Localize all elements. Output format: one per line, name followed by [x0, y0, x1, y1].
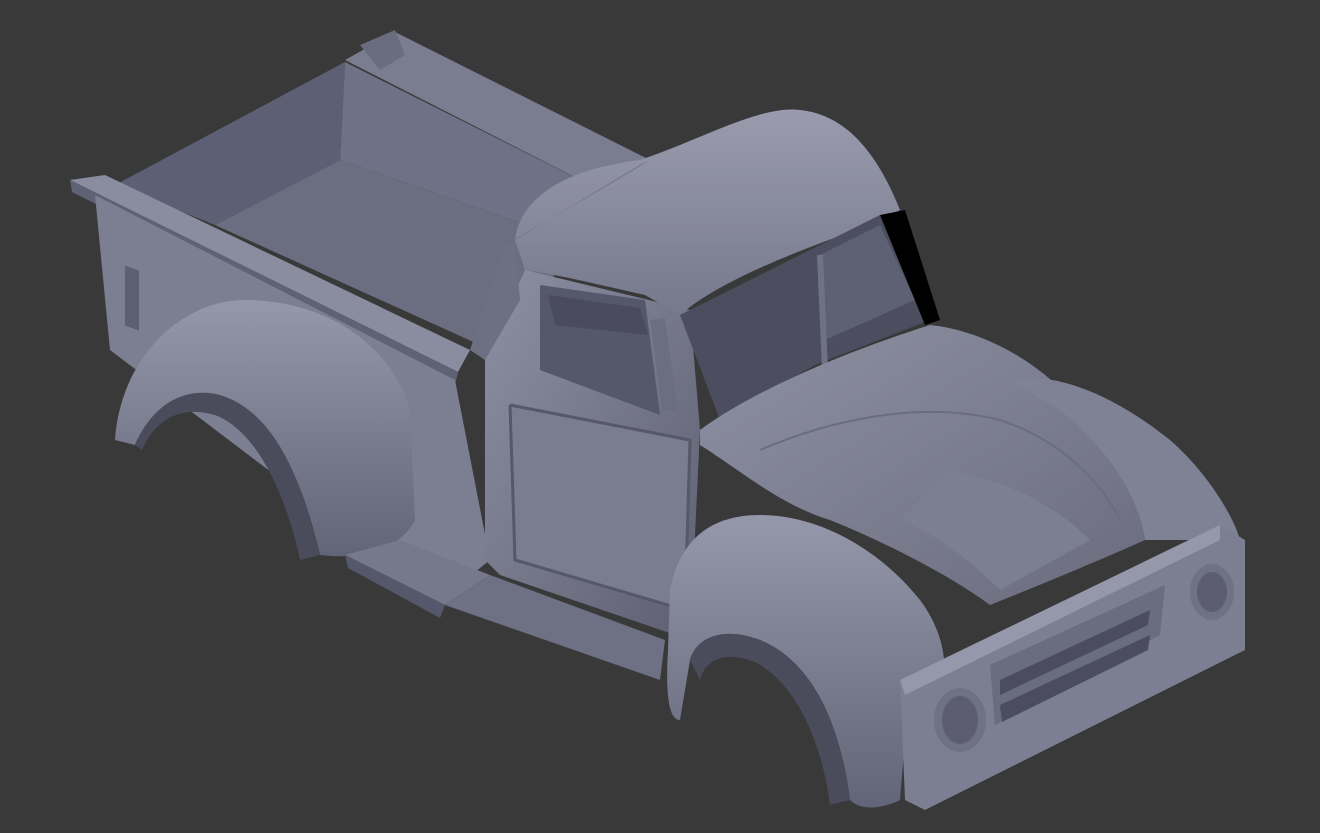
truck-model-render — [70, 30, 1245, 810]
3d-viewport[interactable] — [0, 0, 1320, 833]
front-fender-near — [667, 515, 945, 808]
